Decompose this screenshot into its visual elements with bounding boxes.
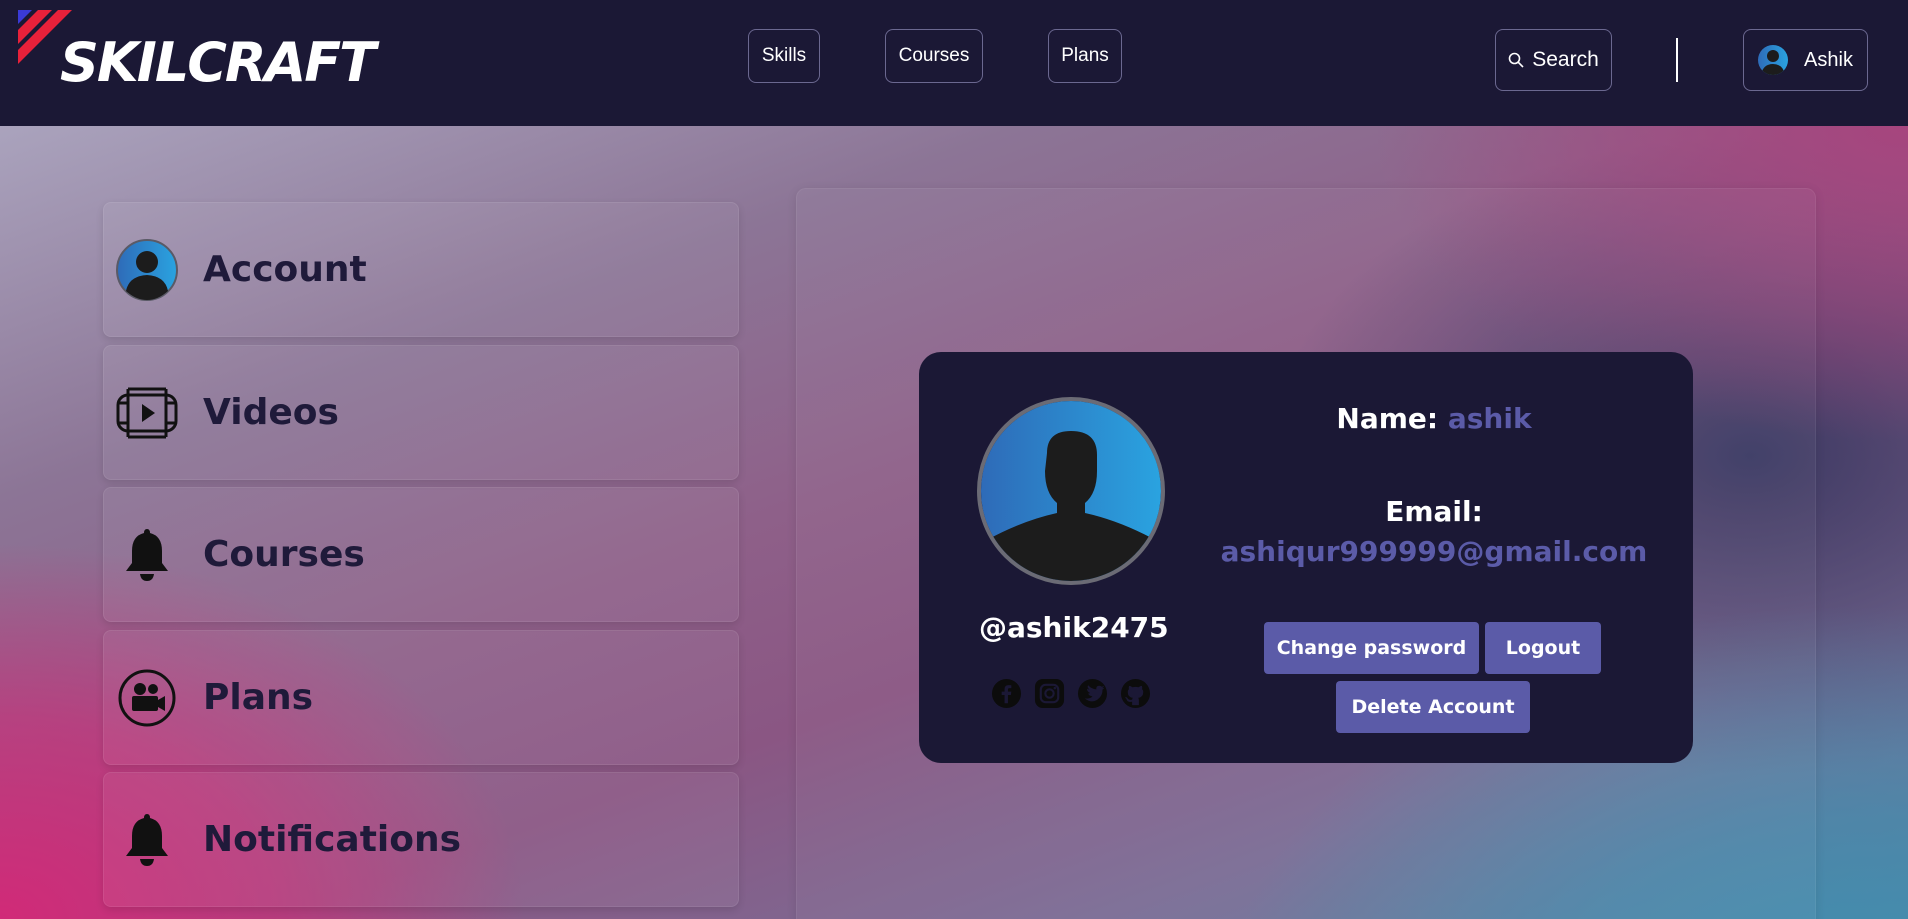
profile-name: Name: ashik (1219, 402, 1649, 435)
email-label: Email: (1385, 495, 1483, 528)
sidebar-item-label: Plans (203, 677, 314, 718)
video-film-icon (116, 382, 178, 444)
sidebar-item-label: Account (203, 249, 367, 290)
user-menu-button[interactable]: Ashik (1743, 29, 1868, 91)
search-icon (1508, 52, 1524, 68)
bell-icon (116, 809, 178, 871)
github-icon[interactable] (1120, 678, 1151, 709)
profile-card: @ashik2475 Name: ashik Email: ashiqur999… (919, 352, 1693, 763)
bell-icon (116, 524, 178, 586)
sidebar-item-courses[interactable]: Courses (103, 487, 739, 622)
name-value: ashik (1447, 402, 1532, 435)
brand-name: SKILCRAFT (60, 31, 376, 94)
facebook-icon[interactable] (991, 678, 1022, 709)
sidebar-item-plans[interactable]: Plans (103, 630, 739, 765)
sidebar-item-account[interactable]: Account (103, 202, 739, 337)
user-name: Ashik (1804, 48, 1853, 71)
profile-handle: @ashik2475 (979, 611, 1169, 644)
twitter-icon[interactable] (1077, 678, 1108, 709)
name-label: Name: (1336, 402, 1439, 435)
email-value: ashiqur999999@gmail.com (1220, 535, 1648, 568)
social-links (991, 678, 1151, 710)
sidebar-item-videos[interactable]: Videos (103, 345, 739, 480)
profile-avatar[interactable] (977, 397, 1165, 585)
user-avatar-icon (116, 238, 178, 301)
camera-icon (116, 667, 178, 729)
delete-account-button[interactable]: Delete Account (1336, 681, 1530, 733)
logout-button[interactable]: Logout (1485, 622, 1601, 674)
change-password-button[interactable]: Change password (1264, 622, 1479, 674)
brand-logo[interactable]: SKILCRAFT (18, 10, 388, 90)
nav-plans-button[interactable]: Plans (1048, 29, 1122, 83)
avatar (1758, 45, 1789, 75)
sidebar-item-label: Courses (203, 534, 365, 575)
search-label: Search (1532, 48, 1599, 71)
top-navbar: SKILCRAFT Skills Courses Plans Search As… (0, 0, 1908, 126)
nav-skills-button[interactable]: Skills (748, 29, 820, 83)
search-button[interactable]: Search (1495, 29, 1612, 91)
sidebar-item-notifications[interactable]: Notifications (103, 772, 739, 907)
sidebar-item-label: Notifications (203, 819, 462, 860)
nav-courses-button[interactable]: Courses (885, 29, 983, 83)
header-divider (1676, 38, 1678, 82)
sidebar-item-label: Videos (203, 392, 339, 433)
instagram-icon[interactable] (1034, 678, 1065, 709)
